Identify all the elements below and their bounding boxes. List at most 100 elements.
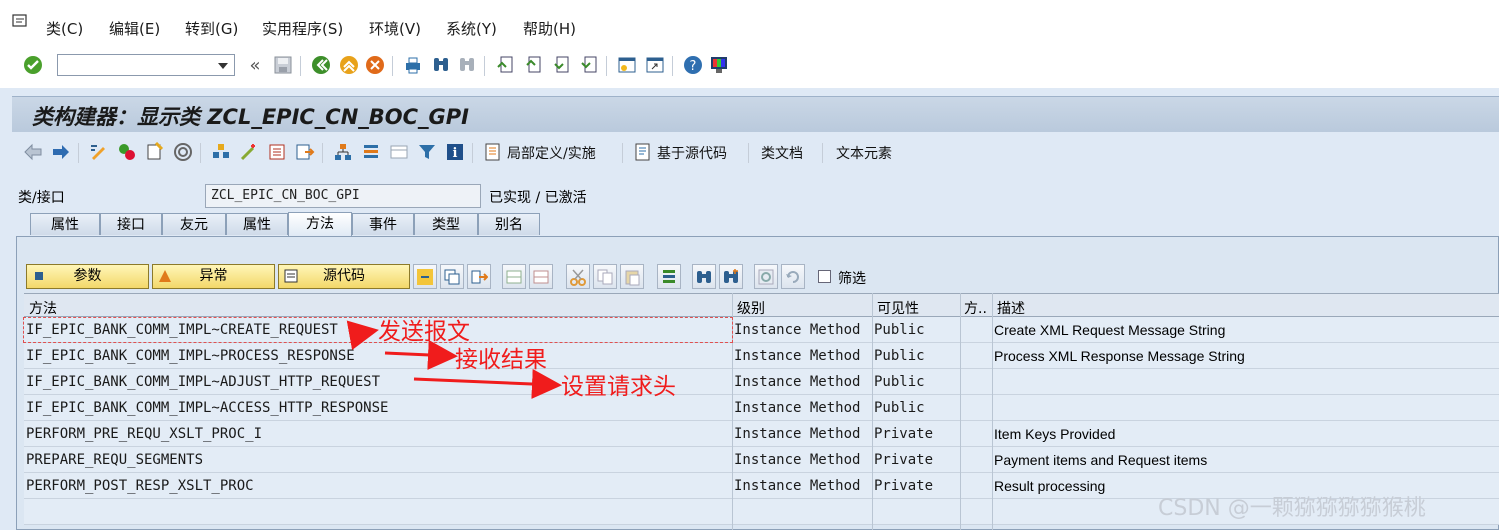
parameters-button[interactable]: 参数 xyxy=(26,264,149,289)
chevron-down-icon[interactable] xyxy=(218,63,228,69)
save-icon[interactable] xyxy=(272,54,294,76)
column-header-visibility[interactable]: 可见性 xyxy=(877,298,919,318)
redefine-button[interactable] xyxy=(413,264,437,289)
navigation-window-icon[interactable] xyxy=(294,141,316,163)
table-row[interactable]: PERFORM_PRE_REQU_XSLT_PROC_I Instance Me… xyxy=(24,421,1499,447)
print-icon[interactable] xyxy=(402,54,424,76)
active-inactive-icon[interactable] xyxy=(116,141,138,163)
table-row[interactable]: IF_EPIC_BANK_COMM_IMPL~ACCESS_HTTP_RESPO… xyxy=(24,395,1499,421)
next-page-icon[interactable] xyxy=(550,54,572,76)
source-code-button[interactable]: 源代码 xyxy=(278,264,410,289)
menu-utilities[interactable]: 实用程序(S) xyxy=(262,18,343,39)
local-definitions-button[interactable]: 局部定义/实施 xyxy=(507,143,596,163)
description-cell[interactable]: Create XML Request Message String xyxy=(994,322,1225,338)
undo-button[interactable] xyxy=(781,264,805,289)
column-header-method[interactable]: 方法 xyxy=(29,298,57,318)
visibility-cell[interactable]: Public xyxy=(874,348,925,364)
command-field[interactable] xyxy=(57,54,235,76)
magic-wand-icon[interactable] xyxy=(238,141,260,163)
visibility-cell[interactable]: Private xyxy=(874,478,933,494)
visibility-cell[interactable]: Private xyxy=(874,452,933,468)
visibility-cell[interactable]: Public xyxy=(874,374,925,390)
sort-button[interactable] xyxy=(657,264,681,289)
back-arrow-icon[interactable] xyxy=(22,141,44,163)
exit-icon[interactable] xyxy=(338,54,360,76)
menu-help[interactable]: 帮助(H) xyxy=(523,18,576,39)
text-elements-button[interactable]: 文本元素 xyxy=(836,143,892,163)
method-name-cell[interactable]: IF_EPIC_BANK_COMM_IMPL~ADJUST_HTTP_REQUE… xyxy=(26,374,380,390)
tab-types[interactable]: 类型 xyxy=(414,213,478,235)
hierarchy-icon[interactable] xyxy=(332,141,354,163)
source-based-icon[interactable] xyxy=(632,141,654,163)
settings-button[interactable] xyxy=(754,264,778,289)
column-header-method-type[interactable]: 方.. xyxy=(964,298,987,318)
tab-interfaces[interactable]: 接口 xyxy=(100,213,162,235)
previous-page-icon[interactable] xyxy=(522,54,544,76)
tab-friends[interactable]: 友元 xyxy=(162,213,226,235)
filter-icon[interactable] xyxy=(416,141,438,163)
class-documentation-button[interactable]: 类文档 xyxy=(761,143,803,163)
level-cell[interactable]: Instance Method xyxy=(734,426,860,442)
stack-icon[interactable] xyxy=(360,141,382,163)
description-cell[interactable]: Payment items and Request items xyxy=(994,452,1207,468)
table-row[interactable]: IF_EPIC_BANK_COMM_IMPL~PROCESS_RESPONSE … xyxy=(24,343,1499,369)
class-name-field[interactable]: ZCL_EPIC_CN_BOC_GPI xyxy=(205,184,481,208)
collapse-arrows-icon[interactable]: « xyxy=(244,54,266,76)
command-input[interactable] xyxy=(61,56,215,76)
level-cell[interactable]: Instance Method xyxy=(734,322,860,338)
object-list-icon[interactable] xyxy=(266,141,288,163)
delete-row-button[interactable] xyxy=(529,264,553,289)
menu-environment[interactable]: 环境(V) xyxy=(369,18,421,39)
enter-check-icon[interactable] xyxy=(22,54,44,76)
visibility-cell[interactable]: Public xyxy=(874,400,925,416)
tab-events[interactable]: 事件 xyxy=(352,213,414,235)
column-header-level[interactable]: 级别 xyxy=(737,298,765,318)
method-name-cell[interactable]: PREPARE_REQU_SEGMENTS xyxy=(26,452,203,468)
find-method-button[interactable] xyxy=(692,264,716,289)
description-cell[interactable]: Result processing xyxy=(994,478,1105,494)
window-icon[interactable] xyxy=(388,141,410,163)
app-menu-icon[interactable] xyxy=(12,14,28,28)
menu-class[interactable]: 类(C) xyxy=(46,18,83,39)
info-icon[interactable]: i xyxy=(444,141,466,163)
menu-edit[interactable]: 编辑(E) xyxy=(109,18,160,39)
cancel-icon[interactable] xyxy=(364,54,386,76)
method-name-cell[interactable]: IF_EPIC_BANK_COMM_IMPL~ACCESS_HTTP_RESPO… xyxy=(26,400,388,416)
check-object-icon[interactable] xyxy=(144,141,166,163)
find-next-icon[interactable] xyxy=(456,54,478,76)
method-name-cell[interactable]: IF_EPIC_BANK_COMM_IMPL~CREATE_REQUEST xyxy=(26,322,338,338)
column-header-description[interactable]: 描述 xyxy=(997,298,1025,318)
layout-menu-icon[interactable] xyxy=(708,54,730,76)
source-based-button[interactable]: 基于源代码 xyxy=(657,143,727,163)
copy-button[interactable] xyxy=(593,264,617,289)
copy-method-button[interactable] xyxy=(440,264,464,289)
visibility-cell[interactable]: Public xyxy=(874,322,925,338)
tab-methods[interactable]: 方法 xyxy=(288,212,352,236)
menu-system[interactable]: 系统(Y) xyxy=(446,18,497,39)
insert-row-button[interactable] xyxy=(502,264,526,289)
help-icon[interactable]: ? xyxy=(682,54,704,76)
table-row[interactable]: IF_EPIC_BANK_COMM_IMPL~ADJUST_HTTP_REQUE… xyxy=(24,369,1499,395)
visibility-cell[interactable]: Private xyxy=(874,426,933,442)
level-cell[interactable]: Instance Method xyxy=(734,478,860,494)
tab-aliases[interactable]: 别名 xyxy=(478,213,540,235)
local-definitions-icon[interactable] xyxy=(482,141,504,163)
back-icon[interactable] xyxy=(310,54,332,76)
exceptions-button[interactable]: 异常 xyxy=(152,264,275,289)
paste-button[interactable] xyxy=(620,264,644,289)
first-page-icon[interactable] xyxy=(494,54,516,76)
where-used-icon[interactable] xyxy=(210,141,232,163)
table-row[interactable]: PREPARE_REQU_SEGMENTS Instance Method Pr… xyxy=(24,447,1499,473)
activate-icon[interactable] xyxy=(172,141,194,163)
cut-button[interactable] xyxy=(566,264,590,289)
level-cell[interactable]: Instance Method xyxy=(734,348,860,364)
table-row[interactable]: IF_EPIC_BANK_COMM_IMPL~CREATE_REQUEST In… xyxy=(24,317,1499,343)
method-name-cell[interactable]: PERFORM_PRE_REQU_XSLT_PROC_I xyxy=(26,426,262,442)
tab-attributes[interactable]: 属性 xyxy=(226,213,288,235)
new-session-icon[interactable] xyxy=(616,54,638,76)
menu-goto[interactable]: 转到(G) xyxy=(185,18,238,39)
description-cell[interactable]: Process XML Response Message String xyxy=(994,348,1245,364)
tab-properties[interactable]: 属性 xyxy=(30,213,100,235)
find-next-method-button[interactable] xyxy=(719,264,743,289)
method-name-cell[interactable]: PERFORM_POST_RESP_XSLT_PROC xyxy=(26,478,254,494)
